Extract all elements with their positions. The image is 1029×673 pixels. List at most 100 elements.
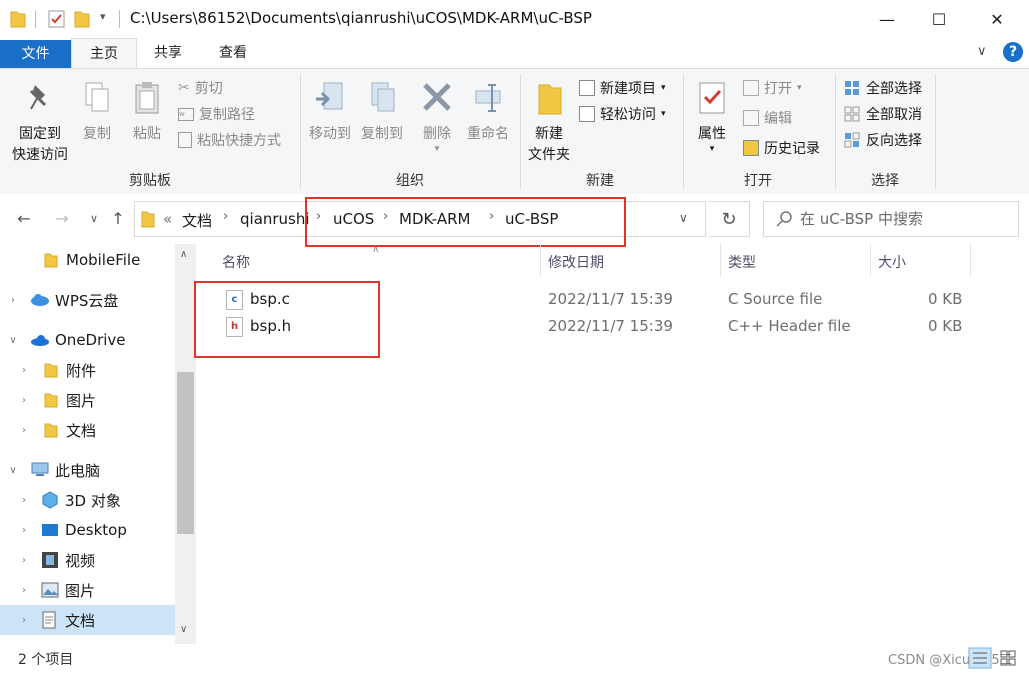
divider[interactable] xyxy=(720,244,721,276)
file-type: C Source file xyxy=(728,290,823,308)
up-arrow-icon[interactable]: ↑ xyxy=(104,204,132,232)
file-size: 0 KB xyxy=(928,290,963,308)
delete-label: 删除 xyxy=(423,126,451,142)
group-label-open: 打开 xyxy=(744,173,772,189)
nav-item-pictures[interactable]: › 图片 xyxy=(0,575,175,605)
help-icon[interactable]: ? xyxy=(1003,42,1023,62)
divider xyxy=(835,74,836,189)
address-dropdown-chevron-icon[interactable]: ∨ xyxy=(679,211,688,225)
cut-button[interactable]: ✂ 剪切 xyxy=(178,78,223,98)
nav-item-documents-onedrive[interactable]: › 文档 xyxy=(0,415,175,445)
divider xyxy=(300,74,301,189)
nav-item-documents[interactable]: › 文档 xyxy=(0,605,175,635)
paste-shortcut-button[interactable]: 粘贴快捷方式 xyxy=(178,130,281,150)
chevron-right-icon[interactable]: › xyxy=(19,615,29,626)
nav-item-onedrive[interactable]: ∨ OneDrive xyxy=(0,325,175,355)
large-icons-view-icon[interactable] xyxy=(996,647,1020,669)
tab-view[interactable]: 查看 xyxy=(203,38,263,68)
collapse-ribbon-icon[interactable]: ∨ xyxy=(977,44,987,59)
paste-button[interactable]: 粘贴 xyxy=(128,81,166,145)
maximize-button[interactable]: ☐ xyxy=(916,0,962,38)
search-input[interactable] xyxy=(798,209,1002,229)
column-header-name[interactable]: 名称 xyxy=(222,252,250,272)
scroll-down-icon[interactable]: ∨ xyxy=(180,624,187,635)
properties-check-icon[interactable] xyxy=(48,10,66,28)
chevron-right-icon[interactable]: › xyxy=(19,555,29,566)
chevron-right-icon[interactable]: › xyxy=(19,365,29,376)
chevron-right-icon[interactable]: › xyxy=(19,395,29,406)
nav-label: 文档 xyxy=(66,421,97,440)
chevron-down-icon[interactable]: ∨ xyxy=(8,335,18,346)
tab-share[interactable]: 共享 xyxy=(138,38,198,68)
folder-icon xyxy=(538,84,562,115)
nav-item-pictures-onedrive[interactable]: › 图片 xyxy=(0,385,175,415)
minimize-button[interactable]: — xyxy=(864,0,910,38)
select-all-button[interactable]: 全部选择 xyxy=(844,78,922,98)
nav-item-mobilefile[interactable]: MobileFile xyxy=(0,245,175,275)
copy-path-button[interactable]: w 复制路径 xyxy=(178,104,255,124)
rename-label: 重命名 xyxy=(467,126,509,142)
highlight-box-path xyxy=(305,197,626,247)
copy-to-button[interactable]: 复制到 xyxy=(357,81,407,145)
nav-item-3d-objects[interactable]: › 3D 对象 xyxy=(0,485,175,515)
chevron-right-icon[interactable]: › xyxy=(19,425,29,436)
breadcrumb-documents[interactable]: 文档 xyxy=(182,210,212,231)
properties-button[interactable]: 属性 ▾ xyxy=(688,81,736,154)
highlight-box-files xyxy=(194,281,380,358)
nav-label: 附件 xyxy=(66,361,97,380)
easy-access-button[interactable]: 轻松访问 ▾ xyxy=(579,104,666,124)
new-item-button[interactable]: 新建项目 ▾ xyxy=(579,78,666,98)
forward-arrow-icon[interactable]: → xyxy=(48,204,76,232)
chevron-right-icon[interactable]: › xyxy=(19,585,29,596)
onedrive-cloud-icon xyxy=(31,335,49,346)
refresh-icon[interactable]: ↻ xyxy=(709,201,750,237)
chevron-right-icon[interactable]: › xyxy=(19,525,29,536)
nav-item-this-pc[interactable]: ∨ 此电脑 xyxy=(0,455,175,485)
new-folder-label-2: 文件夹 xyxy=(528,147,570,163)
nav-item-desktop[interactable]: › Desktop xyxy=(0,515,175,545)
breadcrumb-overflow[interactable]: « xyxy=(163,210,172,228)
nav-item-attachments[interactable]: › 附件 xyxy=(0,355,175,385)
chevron-right-icon[interactable]: › xyxy=(223,209,228,224)
chevron-right-icon[interactable]: › xyxy=(19,495,29,506)
pin-quick-access-button[interactable]: 固定到 快速访问 xyxy=(6,81,74,166)
pin-icon xyxy=(29,85,47,110)
details-view-icon[interactable] xyxy=(968,647,992,669)
scrollbar-thumb[interactable] xyxy=(177,372,194,534)
new-folder-icon[interactable] xyxy=(74,10,90,28)
close-button[interactable]: ✕ xyxy=(974,0,1020,38)
chevron-right-icon[interactable]: › xyxy=(8,295,18,306)
move-to-button[interactable]: 移动到 xyxy=(305,81,355,145)
tab-home[interactable]: 主页 xyxy=(71,38,137,69)
divider[interactable] xyxy=(870,244,871,276)
copy-path-icon: w xyxy=(178,107,194,121)
select-all-label: 全部选择 xyxy=(866,81,922,97)
open-button[interactable]: 打开 ▾ xyxy=(743,78,802,98)
divider[interactable] xyxy=(540,244,541,276)
cloud-icon xyxy=(31,294,49,306)
nav-item-videos[interactable]: › 视频 xyxy=(0,545,175,575)
copy-button[interactable]: 复制 xyxy=(78,81,116,145)
tab-file[interactable]: 文件 xyxy=(0,40,71,68)
column-header-date[interactable]: 修改日期 xyxy=(548,252,604,272)
search-box[interactable] xyxy=(763,201,1019,237)
new-folder-button[interactable]: 新建 文件夹 xyxy=(524,81,574,166)
folder-icon xyxy=(141,211,155,228)
chevron-down-icon: ▾ xyxy=(434,144,440,154)
rename-button[interactable]: 重命名 xyxy=(462,81,514,145)
divider[interactable] xyxy=(970,244,971,276)
invert-selection-button[interactable]: 反向选择 xyxy=(844,130,922,150)
chevron-down-icon[interactable]: ∨ xyxy=(8,465,18,476)
column-header-size[interactable]: 大小 xyxy=(878,252,906,272)
customize-quick-access-icon[interactable]: ▾ xyxy=(100,10,106,23)
delete-button[interactable]: 删除 ▾ xyxy=(418,81,456,154)
nav-item-wps-cloud[interactable]: › WPS云盘 xyxy=(0,285,175,315)
properties-label: 属性 xyxy=(698,126,726,142)
history-button[interactable]: 历史记录 xyxy=(743,138,820,158)
scroll-up-icon[interactable]: ∧ xyxy=(180,249,187,260)
select-none-button[interactable]: 全部取消 xyxy=(844,104,922,124)
column-header-type[interactable]: 类型 xyxy=(728,252,756,272)
breadcrumb-qianrushi[interactable]: qianrushi xyxy=(240,210,310,228)
back-arrow-icon[interactable]: ← xyxy=(10,204,38,232)
edit-button[interactable]: 编辑 xyxy=(743,108,792,128)
